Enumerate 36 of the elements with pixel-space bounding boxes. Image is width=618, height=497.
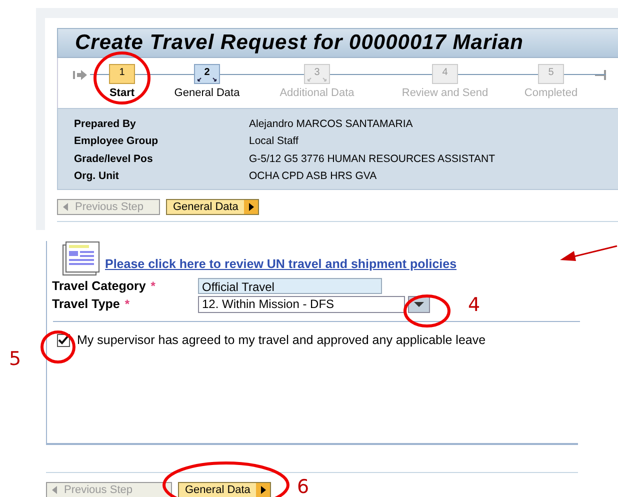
info-value: Alejandro MARCOS SANTAMARIA xyxy=(249,118,413,130)
step-marker[interactable]: 2 xyxy=(194,64,220,84)
roadmap-start-icon xyxy=(73,70,87,80)
info-value: OCHA CPD ASB HRS GVA xyxy=(249,170,377,182)
info-value: Local Staff xyxy=(249,135,298,148)
required-mark: * xyxy=(124,297,130,311)
roadmap-end-icon xyxy=(595,70,607,80)
dropdown-field[interactable]: 12. Within Mission - DFS xyxy=(198,296,405,312)
field-label: Travel Type xyxy=(52,297,120,311)
link-arrows-icon xyxy=(307,76,327,82)
step-marker[interactable]: 1 xyxy=(109,64,135,84)
page-title: Create Travel Request for 00000017 Marian xyxy=(75,31,524,55)
caret-icon xyxy=(414,302,424,306)
info-label: Prepared By xyxy=(74,118,137,130)
checkbox-label: My supervisor has agreed to my travel and approved any applicable leave xyxy=(77,333,486,347)
next-step-button[interactable]: General Data xyxy=(166,199,260,215)
required-mark: * xyxy=(150,279,156,293)
annotation-number: 6 xyxy=(297,476,310,497)
text-field[interactable]: Official Travel xyxy=(198,278,382,294)
info-value: G-5/12 G5 3776 HUMAN RESOURCES ASSISTANT xyxy=(249,152,496,165)
next-step-button[interactable]: General Data xyxy=(178,482,272,497)
info-label: Org. Unit xyxy=(74,170,120,182)
info-label: Grade/level Pos xyxy=(74,152,154,165)
annotation-circle xyxy=(40,330,76,364)
field-label: Travel Category xyxy=(52,279,146,293)
link-arrows-icon xyxy=(197,76,217,82)
document-icon xyxy=(62,241,100,277)
annotation-arrow xyxy=(560,245,618,261)
policy-link[interactable]: Please click here to review UN travel and shipment policies xyxy=(105,257,457,271)
annotation-number: 5 xyxy=(9,348,22,370)
annotation-circle xyxy=(404,294,450,328)
info-label: Employee Group xyxy=(74,135,160,148)
step-label[interactable]: Start xyxy=(109,87,135,99)
step-label[interactable]: General Data xyxy=(174,87,240,99)
annotation-circle xyxy=(94,52,150,104)
annotation-number: 4 xyxy=(468,294,480,316)
